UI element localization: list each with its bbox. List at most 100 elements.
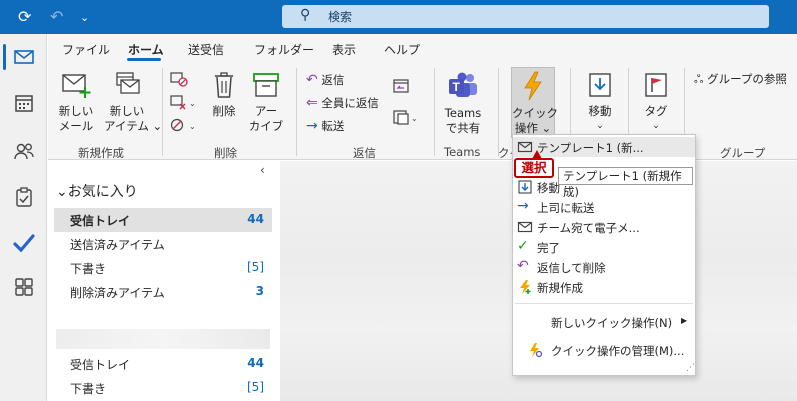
chevron-down-icon: ⌄ [652, 121, 660, 131]
folder-item-inbox-2[interactable]: 受信トレイ 44 [54, 352, 272, 376]
menu-item-forward-to-boss[interactable]: → 上司に転送 [513, 197, 695, 217]
archive-label: アー カイブ [248, 104, 284, 133]
folder-name: 削除済みアイテム [70, 286, 165, 300]
forward-button[interactable]: → 転送 [306, 118, 344, 134]
more-respond-icon[interactable]: ⌄ [392, 108, 418, 126]
menu-item-label: テンプレート1 (新... [537, 141, 644, 155]
trash-icon [215, 72, 233, 98]
tab-send-receive[interactable]: 送受信 [188, 41, 224, 58]
move-icon [518, 180, 532, 194]
move-button[interactable]: 移動 ⌄ [578, 70, 622, 134]
menu-item-reply-delete[interactable]: ↶ 返信して削除 [513, 257, 695, 277]
title-bar: ⟳ ↶ ⌄ ⚲ 検索 [0, 0, 797, 34]
browse-groups-label: グループの参照 [707, 72, 787, 86]
delete-button[interactable]: 削除 [206, 70, 242, 119]
reply-button[interactable]: ↶ 返信 [306, 72, 344, 88]
folder-item-inbox[interactable]: 受信トレイ 44 [54, 208, 272, 232]
search-label: 検索 [328, 10, 353, 24]
mail-icon[interactable] [13, 46, 35, 68]
checkmark-icon: ✓ [517, 238, 529, 254]
favorites-label: お気に入り [67, 184, 138, 200]
chevron-down-icon: ⌄ [596, 121, 604, 131]
menu-item-team-email[interactable]: チーム宛て電子メ... [513, 217, 695, 237]
tab-home[interactable]: ホーム [128, 41, 164, 58]
folder-item-deleted[interactable]: 削除済みアイテム 3 [54, 280, 272, 304]
teams-icon: T [449, 72, 477, 97]
folder-item-drafts-2[interactable]: 下書き [5] [54, 376, 272, 400]
tags-button[interactable]: タグ ⌄ [636, 70, 676, 134]
select-annotation-badge: 選択 [514, 158, 554, 178]
reply-all-label: 全員に返信 [321, 96, 379, 110]
folder-pane: ‹ ⌄お気に入り 受信トレイ 44 送信済みアイテム 下書き [5] 削除済みアイテ… [48, 161, 280, 401]
cleanup-icon[interactable]: ⌄ [170, 94, 196, 110]
reply-label: 返信 [321, 73, 345, 87]
cursor-icon [532, 150, 542, 159]
folder-item-sent[interactable]: 送信済みアイテム [54, 232, 272, 256]
new-items-button[interactable]: 新しい アイテム ⌄ [104, 70, 162, 134]
new-mail-icon [62, 74, 91, 98]
people-icon[interactable] [13, 140, 35, 162]
forward-label: 転送 [321, 119, 345, 133]
customize-toolbar-icon[interactable]: ⌄ [80, 8, 89, 28]
browse-groups-button[interactable]: ஃ グループの参照 [694, 71, 787, 87]
favorites-header[interactable]: ⌄お気に入り [56, 181, 138, 201]
lightning-icon [524, 71, 542, 101]
collapse-pane-icon[interactable]: ‹ [260, 163, 265, 177]
reply-all-button[interactable]: ⇐ 全員に返信 [306, 95, 379, 111]
tab-file[interactable]: ファイル [62, 41, 110, 58]
quick-steps-label: クイック 操作 ⌄ [512, 106, 558, 135]
undo-icon[interactable]: ↶ [50, 7, 63, 27]
search-icon: ⚲ [300, 7, 311, 23]
folder-count: 3 [255, 284, 264, 298]
move-icon [589, 73, 611, 97]
quick-steps-button[interactable]: クイック 操作 ⌄ [511, 67, 558, 138]
new-mail-button[interactable]: 新しい メール [56, 70, 96, 134]
apps-icon[interactable] [13, 276, 35, 298]
divider [498, 68, 499, 156]
svg-text:⌄: ⌄ [411, 114, 418, 123]
menu-item-new-quick-step[interactable]: 新しいクイック操作(N) ▶ [513, 312, 695, 332]
menu-item-label: クイック操作の管理(M)... [551, 344, 685, 358]
menu-item-manage-quick-steps[interactable]: クイック操作の管理(M)... [513, 340, 695, 360]
delete-label: 削除 [212, 104, 236, 118]
calendar-icon[interactable] [13, 92, 35, 114]
share-to-teams-button[interactable]: T Teams で共有 [440, 70, 486, 136]
folder-name: 下書き [70, 382, 107, 396]
group-delete-label: 削除 [214, 146, 237, 160]
tasks-icon[interactable] [13, 186, 35, 208]
tab-view[interactable]: 表示 [332, 41, 356, 58]
svg-text:T: T [453, 80, 461, 94]
todo-icon[interactable] [13, 232, 35, 254]
archive-button[interactable]: アー カイブ [246, 70, 286, 134]
folder-count: 44 [247, 356, 264, 370]
folder-count: [5] [247, 260, 264, 274]
menu-item-create-new[interactable]: 新規作成 [513, 277, 695, 297]
meeting-reply-icon[interactable] [392, 78, 410, 94]
junk-icon[interactable]: ⌄ [170, 117, 196, 133]
tooltip: テンプレート1 (新規作成) [558, 167, 693, 199]
flag-icon [645, 73, 667, 97]
menu-divider [515, 303, 693, 304]
new-items-icon [116, 72, 140, 94]
lightning-icon [520, 280, 531, 294]
svg-text:⌄: ⌄ [189, 99, 196, 108]
submenu-arrow-icon: ▶ [681, 316, 688, 325]
group-respond-label: 返信 [353, 146, 376, 160]
ignore-icon[interactable] [170, 71, 188, 87]
tab-help[interactable]: ヘルプ [384, 41, 420, 58]
menu-item-done[interactable]: ✓ 完了 [513, 237, 695, 257]
active-tab-underline [127, 58, 161, 61]
resize-grip-icon[interactable]: ⋰ [686, 363, 695, 373]
forward-icon: → [306, 118, 318, 134]
groups-icon: ஃ [694, 72, 704, 86]
folder-item-drafts[interactable]: 下書き [5] [54, 256, 272, 280]
group-groups-label: グループ [720, 146, 766, 160]
sync-icon[interactable]: ⟳ [18, 7, 31, 27]
rail-selection-indicator [3, 44, 6, 70]
archive-icon [253, 73, 279, 97]
forward-icon: → [517, 198, 529, 214]
search-box[interactable]: ⚲ 検索 [282, 5, 769, 28]
chevron-down-icon: ⌄ [56, 184, 68, 200]
group-new-label: 新規作成 [78, 146, 124, 160]
tab-folder[interactable]: フォルダー [254, 41, 314, 58]
